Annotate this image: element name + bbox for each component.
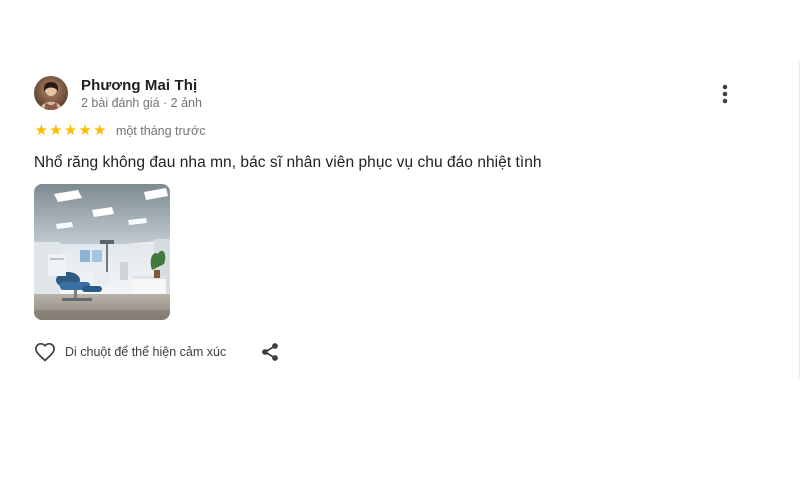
rating-row: ★ ★ ★ ★ ★ một tháng trước <box>34 123 754 139</box>
share-button[interactable] <box>258 340 282 364</box>
share-icon <box>262 343 279 361</box>
heart-outline-icon <box>35 342 55 362</box>
star-icon: ★ <box>63 122 78 139</box>
review-text: Nhổ răng không đau nha mn, bác sĩ nhân v… <box>34 154 542 171</box>
more-options-button[interactable] <box>716 82 734 106</box>
author-avatar[interactable] <box>34 76 68 110</box>
review-page: Phương Mai Thị 2 bài đánh giá · 2 ảnh ★ … <box>0 0 800 500</box>
star-rating: ★ ★ ★ ★ ★ <box>34 123 107 139</box>
more-vert-icon <box>722 84 728 104</box>
review-actions: Di chuột để thể hiện cảm xúc <box>34 340 754 364</box>
review-header: Phương Mai Thị 2 bài đánh giá · 2 ảnh <box>34 76 754 112</box>
star-icon: ★ <box>49 122 63 139</box>
author-meta: 2 bài đánh giá · 2 ảnh <box>81 96 202 110</box>
react-label: Di chuột để thể hiện cảm xúc <box>65 345 227 359</box>
star-icon: ★ <box>78 122 92 139</box>
star-icon: ★ <box>34 122 49 139</box>
author-name[interactable]: Phương Mai Thị <box>81 76 202 95</box>
review-date: một tháng trước <box>115 124 206 138</box>
author-info: Phương Mai Thị 2 bài đánh giá · 2 ảnh <box>81 76 202 111</box>
review-card: Phương Mai Thị 2 bài đánh giá · 2 ảnh ★ … <box>34 76 754 364</box>
review-photo[interactable] <box>34 184 170 320</box>
star-icon: ★ <box>92 122 107 139</box>
react-button[interactable]: Di chuột để thể hiện cảm xúc <box>34 342 226 362</box>
